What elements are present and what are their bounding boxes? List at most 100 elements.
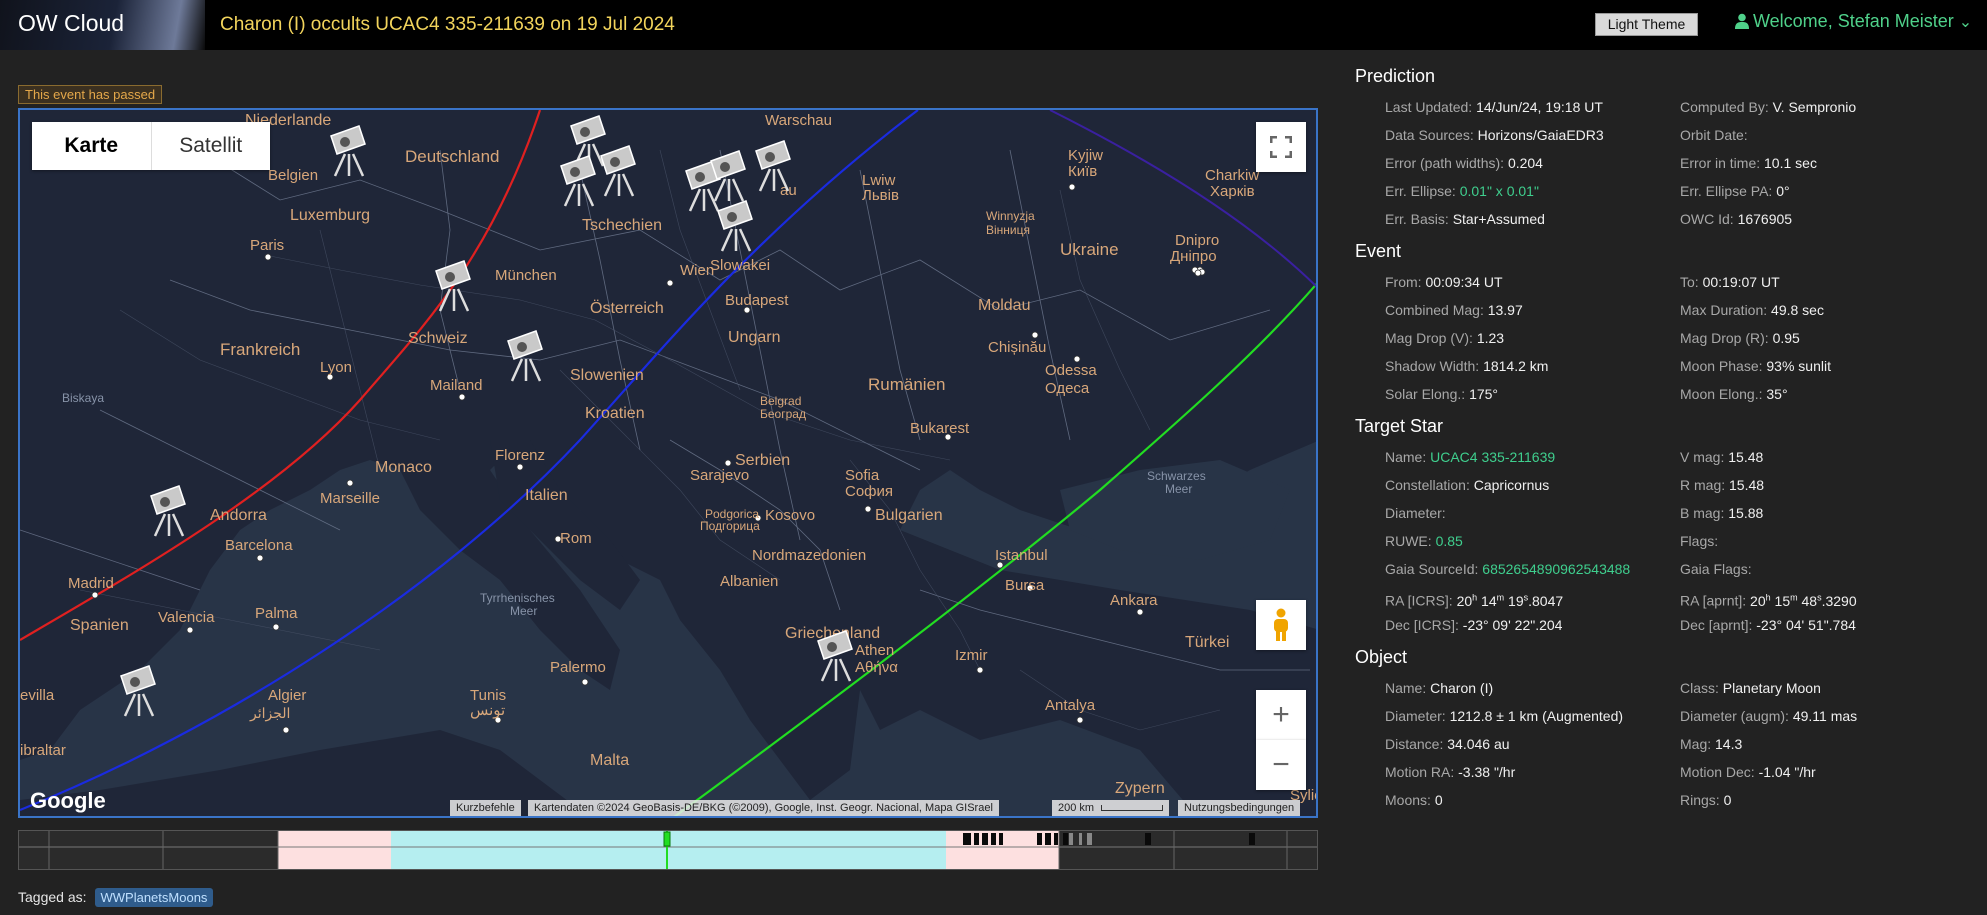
event-timeline[interactable]	[18, 830, 1318, 870]
prediction-row: Last Updated: 14/Jun/24, 19:18 UT Compute…	[1385, 93, 1975, 121]
field-label: Error in time:	[1680, 155, 1765, 171]
brand-logo[interactable]: OW Cloud	[0, 0, 205, 50]
field-value: 1676905	[1737, 211, 1793, 227]
field-label: Solar Elong.:	[1385, 386, 1470, 402]
field-label: Combined Mag:	[1385, 302, 1488, 318]
field-label: Constellation:	[1385, 477, 1474, 493]
map-label-77: Bukarest	[910, 420, 970, 437]
field-label: Error (path widths):	[1385, 155, 1508, 171]
event-row: Combined Mag: 13.97 Max Duration: 49.8 se…	[1385, 296, 1975, 324]
field-label: From:	[1385, 274, 1426, 290]
prediction-field: Orbit Date:	[1680, 121, 1975, 149]
occultation-map[interactable]: Niederlande Warschau Deutschland Belgien…	[18, 108, 1318, 818]
field-value: 0.95	[1772, 330, 1800, 346]
map-type-toggle[interactable]: Karte Satellit	[32, 122, 270, 170]
user-menu[interactable]: Welcome, Stefan Meister ⌄	[1735, 11, 1972, 32]
map-label-56: الجزائر	[249, 705, 290, 722]
field-label: To:	[1680, 274, 1703, 290]
prediction-row: Err. Basis: Star+Assumed OWC Id: 1676905	[1385, 205, 1975, 233]
map-label-72: Moldau	[978, 297, 1030, 314]
tag-badge[interactable]: WWPlanetsMoons	[94, 888, 214, 907]
field-value: 00:09:34 UT	[1425, 274, 1503, 290]
brand-name[interactable]: OW Cloud	[18, 10, 124, 37]
field-value[interactable]: UCAC4 335-211639	[1430, 449, 1555, 465]
map-label-42: Athen	[855, 642, 894, 659]
zoom-in-button[interactable]: +	[1256, 690, 1306, 740]
field-label: RUWE:	[1385, 533, 1436, 549]
zoom-out-button[interactable]: −	[1256, 740, 1306, 790]
field-value: 13.97	[1487, 302, 1523, 318]
map-label-69: Ukraine	[1060, 240, 1119, 259]
field-label: Gaia SourceId:	[1385, 561, 1483, 577]
prediction-field: Err. Basis: Star+Assumed	[1385, 205, 1680, 233]
target-star-row: RA [ICRS]: 20h 14m 19s.8047 RA [aprnt]: 2…	[1385, 583, 1975, 611]
target-star-row: Name: UCAC4 335-211639 V mag: 15.48	[1385, 443, 1975, 471]
target-star-row: Gaia SourceId: 6852654890962543488 Gaia F…	[1385, 555, 1975, 583]
field-value: Star+Assumed	[1452, 211, 1545, 227]
target-star-field: B mag: 15.88	[1680, 499, 1975, 527]
field-label: Dec [ICRS]:	[1385, 617, 1463, 633]
field-label: Err. Ellipse:	[1385, 183, 1460, 199]
field-value[interactable]: 6852654890962543488	[1482, 561, 1630, 577]
field-value: 93% sunlit	[1766, 358, 1831, 374]
map-label-30: Serbien	[735, 452, 790, 469]
field-label: Shadow Width:	[1385, 358, 1484, 374]
event-field: Mag Drop (R): 0.95	[1680, 324, 1975, 352]
map-scale[interactable]: 200 km	[1052, 800, 1170, 816]
map-label-23: Spanien	[70, 617, 129, 634]
field-label: Diameter:	[1385, 505, 1446, 521]
map-label-66: Вінниця	[986, 223, 1030, 237]
map-label-74: Odessa	[1045, 362, 1097, 379]
terms-link[interactable]: Nutzungsbedingungen	[1178, 800, 1301, 816]
scale-label: 200 km	[1058, 802, 1095, 814]
field-label: B mag:	[1680, 505, 1729, 521]
object-field: Motion RA: -3.38 "/hr	[1385, 758, 1680, 786]
map-label-79: evilla	[20, 687, 55, 704]
target-star-field: R mag: 15.48	[1680, 471, 1975, 499]
map-label-2: Deutschland	[405, 147, 500, 166]
map-label-25: Palma	[255, 605, 298, 622]
field-label: Err. Ellipse PA:	[1680, 183, 1777, 199]
map-label-27: Italien	[525, 487, 568, 504]
object-rows: Name: Charon (I) Class: Planetary Moon Dia…	[1385, 674, 1975, 814]
map-label-35: Bulgarien	[875, 507, 943, 524]
field-value: -1.04 "/hr	[1758, 764, 1816, 780]
fullscreen-button[interactable]	[1256, 122, 1306, 172]
event-rows: From: 00:09:34 UT To: 00:19:07 UT Combined…	[1385, 268, 1975, 408]
prediction-row: Error (path widths): 0.204 Error in time:…	[1385, 149, 1975, 177]
keyboard-shortcuts-link[interactable]: Kurzbefehle	[450, 800, 521, 816]
field-label: Orbit Date:	[1680, 127, 1748, 143]
event-field: Solar Elong.: 175°	[1385, 380, 1680, 408]
field-label: Name:	[1385, 680, 1431, 696]
map-label-48: Türkei	[1185, 634, 1229, 651]
prediction-field: Last Updated: 14/Jun/24, 19:18 UT	[1385, 93, 1680, 121]
map-label-67: Charkiw	[1205, 167, 1259, 184]
light-theme-button[interactable]: Light Theme	[1595, 13, 1698, 36]
map-label-80: ibraltar	[20, 742, 66, 759]
map-label-13: Ungarn	[728, 329, 780, 346]
map-label-33: Sofia	[845, 467, 880, 484]
map-label-9: Frankreich	[220, 340, 300, 359]
object-row: Diameter: 1212.8 ± 1 km (Augmented) Diame…	[1385, 702, 1975, 730]
event-field: Mag Drop (V): 1.23	[1385, 324, 1680, 352]
field-label: Dec [aprnt]:	[1680, 617, 1757, 633]
map-type-satellit[interactable]: Satellit	[152, 122, 271, 170]
prediction-field: Computed By: V. Sempronio	[1680, 93, 1975, 121]
field-value: 20h 14m 19s.8047	[1456, 592, 1564, 609]
map-label-40: Nordmazedonien	[752, 547, 866, 564]
section-object-title: Object	[1355, 647, 1408, 667]
field-label: Last Updated:	[1385, 99, 1477, 115]
map-label-62: Київ	[1068, 163, 1097, 180]
field-label: Mag:	[1680, 736, 1716, 752]
map-label-54: تونس	[470, 702, 505, 719]
map-type-karte[interactable]: Karte	[32, 122, 152, 170]
tags-row: Tagged as: WWPlanetsMoons	[18, 888, 214, 907]
map-canvas[interactable]: Niederlande Warschau Deutschland Belgien…	[20, 110, 1318, 818]
target-star-field: RUWE: 0.85	[1385, 527, 1680, 555]
map-label-68: Харків	[1210, 183, 1255, 200]
street-view-button[interactable]	[1256, 600, 1306, 650]
field-value: 49.11 mas	[1792, 708, 1858, 724]
map-label-46: Izmir	[955, 647, 988, 664]
field-value: 1814.2 km	[1483, 358, 1549, 374]
target-star-field: RA [aprnt]: 20h 15m 48s.3290	[1680, 583, 1975, 611]
